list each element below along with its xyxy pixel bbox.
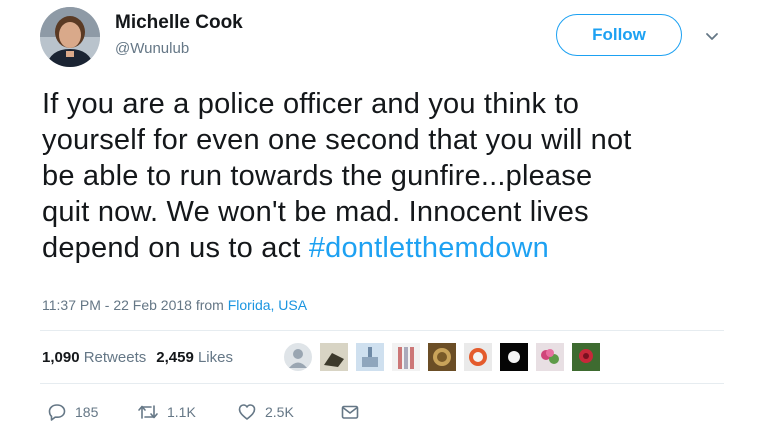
retweet-icon (138, 405, 158, 419)
retweet-button[interactable]: 1.1K (137, 402, 196, 422)
chevron-down-icon[interactable] (702, 26, 722, 46)
display-name[interactable]: Michelle Cook (115, 12, 243, 34)
avatar-image (40, 7, 100, 67)
likes-label: Likes (193, 349, 233, 366)
follow-button[interactable]: Follow (556, 14, 682, 56)
like-button[interactable]: 2.5K (237, 402, 294, 422)
tweet-text-line: depend on us to act (42, 232, 309, 264)
direct-message-button[interactable] (340, 402, 360, 422)
heart-icon (238, 404, 256, 420)
tweet-meta: 11:37 PM - 22 Feb 2018 from Florida, USA (42, 297, 307, 313)
liker-avatar[interactable] (571, 342, 601, 372)
retweets-count: 1,090 (42, 349, 80, 366)
likes-count: 2,459 (156, 349, 194, 366)
tweet-text: If you are a police officer and you thin… (42, 86, 742, 266)
tweet-text-line: quit now. We won't be mad. Innocent live… (42, 196, 589, 228)
location-link[interactable]: Florida, USA (228, 297, 307, 313)
tweet-timestamp[interactable]: 11:37 PM - 22 Feb 2018 (42, 297, 192, 313)
liker-avatar[interactable] (283, 342, 313, 372)
divider (40, 330, 724, 331)
reply-icon (48, 404, 66, 421)
liker-avatar[interactable] (499, 342, 529, 372)
envelope-icon (341, 405, 359, 419)
likes-stat[interactable]: 2,459 Likes (156, 349, 233, 366)
tweet-text-line: be able to run towards the gunfire...ple… (42, 160, 593, 192)
liker-avatar[interactable] (391, 342, 421, 372)
divider (40, 383, 724, 384)
tweet-text-line: yourself for even one second that you wi… (42, 124, 632, 156)
retweet-count: 1.1K (167, 404, 196, 420)
retweets-stat[interactable]: 1,090 Retweets (42, 349, 146, 366)
reply-button[interactable]: 185 (47, 402, 98, 422)
engagement-stats: 1,090 Retweets 2,459 Likes (42, 349, 233, 366)
from-label: from (191, 297, 228, 313)
retweets-label: Retweets (79, 349, 147, 366)
user-handle[interactable]: @Wunulub (115, 40, 189, 57)
liker-avatar[interactable] (427, 342, 457, 372)
hashtag-link[interactable]: #dontletthemdown (309, 232, 549, 264)
liker-avatar[interactable] (319, 342, 349, 372)
liker-avatar[interactable] (355, 342, 385, 372)
avatar[interactable] (40, 7, 100, 67)
liker-avatar[interactable] (463, 342, 493, 372)
like-count: 2.5K (265, 404, 294, 420)
liker-avatar[interactable] (535, 342, 565, 372)
reply-count: 185 (75, 404, 99, 420)
tweet-text-line: If you are a police officer and you thin… (42, 88, 580, 120)
